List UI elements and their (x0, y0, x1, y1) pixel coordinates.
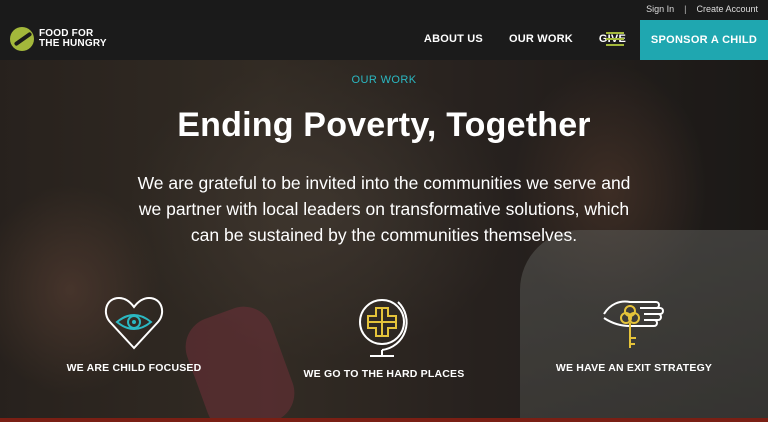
globe-icon (359, 299, 408, 357)
sponsor-a-child-button[interactable]: SPONSOR A CHILD (640, 20, 768, 60)
hero-bottom-strip (0, 418, 768, 422)
logo-mark-icon (10, 27, 34, 51)
brand-logo[interactable]: FOOD FOR THE HUNGRY (10, 27, 107, 51)
pillar-label: WE ARE CHILD FOCUSED (66, 362, 202, 374)
hero-title: Ending Poverty, Together (177, 106, 591, 144)
pillar-child-focused[interactable]: WE ARE CHILD FOCUSED (34, 292, 234, 374)
utility-bar: Sign In | Create Account (0, 0, 768, 20)
hand-key-icon (603, 300, 664, 348)
pillar-label: WE GO TO THE HARD PLACES (303, 368, 465, 380)
nav-our-work[interactable]: OUR WORK (509, 33, 573, 45)
sign-in-link[interactable]: Sign In (646, 4, 674, 14)
create-account-link[interactable]: Create Account (696, 4, 758, 14)
utility-separator: | (684, 4, 687, 14)
nav-links: ABOUT US OUR WORK GIVE (424, 33, 626, 45)
nav-about-us[interactable]: ABOUT US (424, 33, 483, 45)
hero-section: OUR WORK Ending Poverty, Together We are… (0, 60, 768, 422)
heart-eye-icon (104, 296, 164, 350)
pillar-label: WE HAVE AN EXIT STRATEGY (555, 362, 713, 374)
hero-body: We are grateful to be invited into the c… (137, 173, 631, 245)
main-nav: FOOD FOR THE HUNGRY ABOUT US OUR WORK GI… (0, 20, 768, 60)
hamburger-icon[interactable] (606, 32, 624, 46)
brand-name: FOOD FOR THE HUNGRY (39, 29, 107, 49)
pillar-exit-strategy[interactable]: WE HAVE AN EXIT STRATEGY (534, 292, 734, 374)
hero-eyebrow: OUR WORK (351, 74, 417, 86)
pillar-hard-places[interactable]: WE GO TO THE HARD PLACES (284, 292, 484, 380)
brand-line-2: THE HUNGRY (39, 38, 107, 49)
utility-links: Sign In | Create Account (646, 4, 758, 14)
